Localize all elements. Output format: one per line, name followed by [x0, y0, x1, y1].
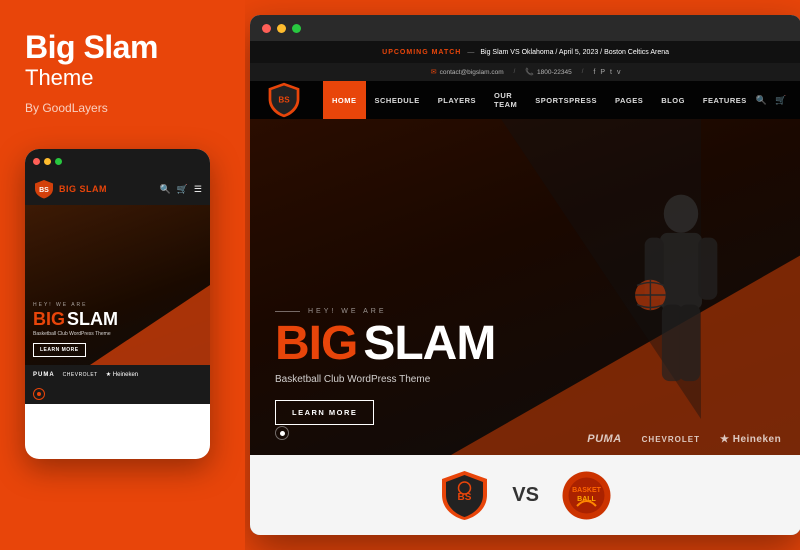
mobile-hey-text: HEY! WE ARE — [33, 302, 202, 308]
nav-link-players[interactable]: PLAYERS — [429, 81, 485, 119]
mobile-sponsor-puma: PUMA — [33, 372, 55, 378]
hero-tagline: Basketball Club WordPress Theme — [275, 374, 776, 385]
mobile-slide-indicator — [25, 384, 210, 404]
svg-text:BS: BS — [278, 96, 290, 105]
contact-separator: / — [514, 69, 516, 75]
twitter-icon[interactable]: t — [610, 69, 612, 76]
team1-logo: BS — [437, 468, 492, 523]
nav-actions: 🔍 🛒 — [756, 95, 786, 106]
facebook-icon[interactable]: f — [593, 69, 595, 76]
mobile-nav: BS BIG SLAM 🔍 🛒 ☰ — [25, 173, 210, 205]
announcement-bar: UPCOMING MATCH — Big Slam VS Oklahoma / … — [250, 41, 800, 63]
mobile-slide-dot-inner — [37, 392, 41, 396]
vs-section: BS VS BASKET BALL — [250, 455, 800, 535]
mobile-tagline: Basketball Club WordPress Theme — [33, 331, 202, 337]
slider-dots — [275, 426, 289, 440]
announcement-dash: — — [467, 49, 474, 56]
nav-link-pages[interactable]: PAGES — [606, 81, 652, 119]
hero-title: BIG SLAM — [275, 320, 776, 368]
cart-icon[interactable]: 🛒 — [775, 95, 786, 106]
nav-shield-icon: BS — [265, 81, 303, 119]
nav-logo: BS — [265, 81, 303, 119]
hey-line — [275, 311, 300, 312]
mobile-slam: SLAM — [67, 310, 118, 328]
email-icon: ✉ — [431, 68, 437, 76]
mobile-nav-icons: 🔍 🛒 ☰ — [159, 184, 202, 195]
mobile-shield-icon: BS — [33, 178, 55, 200]
contact-email: ✉ contact@bigslam.com — [431, 68, 504, 76]
mobile-learn-more-button[interactable]: LEARN MORE — [33, 343, 86, 357]
hero-big: BIG — [275, 320, 357, 368]
nav-link-sportspress[interactable]: SPORTSPRESS — [526, 81, 606, 119]
nav-link-our-team[interactable]: OUR TEAM — [485, 81, 526, 119]
browser-top-bar — [250, 15, 800, 41]
theme-title: Big Slam — [25, 30, 220, 65]
mobile-slide-dot — [33, 388, 45, 400]
mobile-dot-red — [33, 158, 40, 165]
contact-phone: 📞 1800-22345 — [525, 68, 571, 76]
learn-more-button[interactable]: LEARN MORE — [275, 400, 374, 425]
mobile-dot-yellow — [44, 158, 51, 165]
mobile-sponsor-chevrolet: CHEVROLET — [63, 372, 98, 378]
mobile-search-icon[interactable]: 🔍 — [159, 184, 170, 195]
pinterest-icon[interactable]: P — [600, 69, 605, 76]
sponsors-bar: PUMA CHEVROLET ★ Heineken — [587, 433, 781, 445]
mobile-top-bar — [25, 149, 210, 173]
svg-text:BS: BS — [39, 187, 49, 194]
mobile-big-slam: BIG SLAM — [33, 310, 202, 328]
left-panel: Big Slam Theme By GoodLayers BS BIG SLAM — [0, 0, 245, 550]
mobile-sponsor-heineken: ★ Heineken — [106, 371, 138, 378]
contact-separator-2: / — [582, 69, 584, 75]
hey-we-are: HEY! WE ARE — [275, 308, 776, 315]
search-icon[interactable]: 🔍 — [756, 95, 767, 106]
browser-dot-red — [262, 24, 271, 33]
announcement-text: Big Slam VS Oklahoma / April 5, 2023 / B… — [480, 49, 669, 56]
mobile-sponsors: PUMA CHEVROLET ★ Heineken — [25, 365, 210, 384]
slider-dot-active[interactable] — [275, 426, 289, 440]
theme-subtitle: Theme — [25, 65, 220, 91]
mobile-logo: BS BIG SLAM — [33, 178, 107, 200]
vimeo-icon[interactable]: v — [617, 69, 621, 76]
mobile-hero: HEY! WE ARE BIG SLAM Basketball Club Wor… — [25, 205, 210, 365]
nav-links: HOME SCHEDULE PLAYERS OUR TEAM SPORTSPRE… — [323, 81, 756, 119]
mobile-cart-icon[interactable]: 🛒 — [177, 184, 188, 195]
nav-link-home[interactable]: HOME — [323, 81, 366, 119]
browser-dot-green — [292, 24, 301, 33]
sponsor-heineken: ★ Heineken — [720, 434, 781, 445]
theme-by: By GoodLayers — [25, 101, 220, 115]
mobile-dot-green — [55, 158, 62, 165]
mobile-mockup: BS BIG SLAM 🔍 🛒 ☰ HEY! WE ARE BIG SLAM — [25, 149, 210, 459]
browser-content: UPCOMING MATCH — Big Slam VS Oklahoma / … — [250, 41, 800, 535]
mobile-logo-text: BIG SLAM — [59, 184, 107, 194]
right-panel: UPCOMING MATCH — Big Slam VS Oklahoma / … — [245, 0, 800, 550]
hero-slam: SLAM — [363, 320, 495, 368]
announcement-label: UPCOMING MATCH — [382, 49, 461, 56]
slider-dot-inner — [280, 431, 285, 436]
contact-bar: ✉ contact@bigslam.com / 📞 1800-22345 / f… — [250, 63, 800, 81]
team2-logo: BASKET BALL — [559, 468, 614, 523]
mobile-big: BIG — [33, 310, 65, 328]
nav-link-schedule[interactable]: SCHEDULE — [366, 81, 429, 119]
sponsor-puma: PUMA — [587, 433, 621, 445]
sponsor-chevrolet: CHEVROLET — [642, 435, 700, 444]
browser-mockup: UPCOMING MATCH — Big Slam VS Oklahoma / … — [250, 15, 800, 535]
social-icons: f P t v — [593, 69, 620, 76]
vs-text: VS — [512, 484, 539, 507]
phone-icon: 📞 — [525, 68, 534, 76]
browser-dot-yellow — [277, 24, 286, 33]
mobile-menu-icon[interactable]: ☰ — [194, 184, 202, 195]
main-nav: BS HOME SCHEDULE PLAYERS OUR TEAM SPORTS… — [250, 81, 800, 119]
svg-text:BASKET: BASKET — [572, 487, 602, 494]
hero-content: HEY! WE ARE BIG SLAM Basketball Club Wor… — [250, 288, 800, 455]
nav-link-blog[interactable]: BLOG — [652, 81, 694, 119]
nav-link-features[interactable]: FEATURES — [694, 81, 756, 119]
hero-section: HEY! WE ARE BIG SLAM Basketball Club Wor… — [250, 119, 800, 455]
